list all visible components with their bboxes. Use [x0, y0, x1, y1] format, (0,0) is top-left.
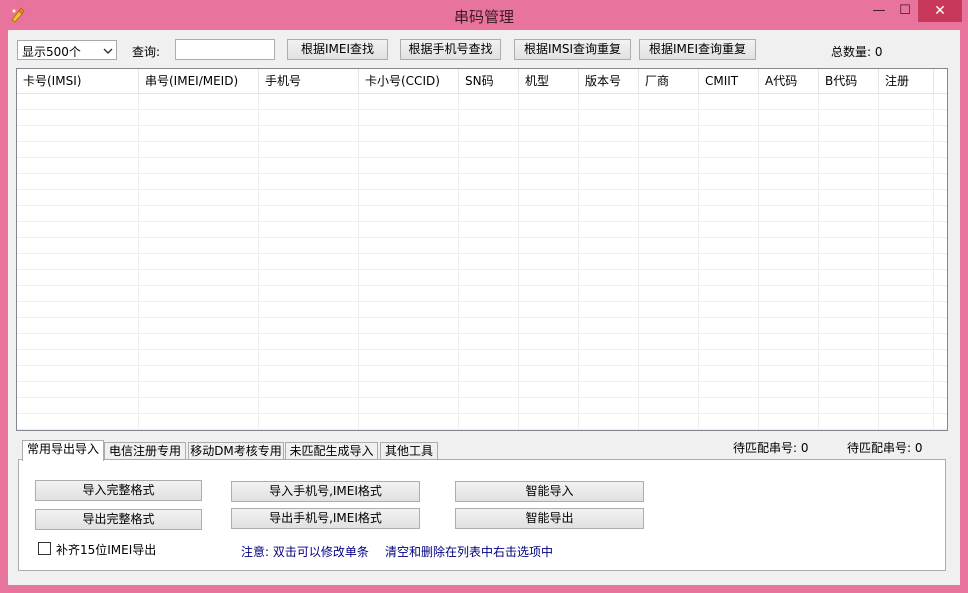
pending-match-count: 待匹配串号: 0	[733, 441, 809, 455]
column-divider	[878, 94, 879, 430]
column-divider	[258, 94, 259, 430]
client-area: 显示500个 查询: 根据IMEI查找 根据手机号查找 根据IMSI查询重复 根…	[8, 30, 960, 585]
column-divider	[518, 94, 519, 430]
export-phone-imei-button[interactable]: 导出手机号,IMEI格式	[231, 508, 420, 529]
column-divider	[818, 94, 819, 430]
column-header[interactable]: 卡小号(CCID)	[359, 69, 459, 93]
column-header[interactable]: A代码	[759, 69, 819, 93]
column-divider	[138, 94, 139, 430]
column-header[interactable]: CMIIT	[699, 69, 759, 93]
column-header[interactable]: 注册	[879, 69, 934, 93]
note-delete-hint: 清空和删除在列表中右击选项中	[385, 545, 554, 559]
tab-unmatched-import[interactable]: 未匹配生成导入	[285, 442, 378, 460]
pending-match-count-2: 待匹配串号: 0	[847, 441, 923, 455]
query-input[interactable]	[175, 39, 275, 60]
column-header[interactable]: B代码	[819, 69, 879, 93]
imsi-duplicate-button[interactable]: 根据IMSI查询重复	[514, 39, 631, 60]
serial-table[interactable]: 卡号(IMSI) 串号(IMEI/MEID) 手机号 卡小号(CCID) SN码…	[16, 68, 948, 431]
pad-imei-checkbox[interactable]	[38, 542, 51, 555]
column-header[interactable]: 串号(IMEI/MEID)	[139, 69, 259, 93]
find-by-imei-button[interactable]: 根据IMEI查找	[287, 39, 388, 60]
column-header[interactable]: 机型	[519, 69, 579, 93]
column-header[interactable]: SN码	[459, 69, 519, 93]
chevron-down-icon	[103, 48, 113, 54]
display-count-select[interactable]: 显示500个	[17, 40, 117, 60]
find-by-phone-button[interactable]: 根据手机号查找	[400, 39, 501, 60]
maximize-button[interactable]: ☐	[892, 0, 918, 22]
table-body[interactable]	[17, 94, 947, 430]
query-label: 查询:	[132, 45, 161, 59]
column-divider	[638, 94, 639, 430]
imei-duplicate-button[interactable]: 根据IMEI查询重复	[639, 39, 756, 60]
tab-mobile-dm[interactable]: 移动DM考核专用	[188, 442, 284, 460]
column-divider	[698, 94, 699, 430]
column-header[interactable]: 手机号	[259, 69, 359, 93]
column-divider	[458, 94, 459, 430]
column-divider	[933, 94, 934, 430]
note-edit-hint: 注意: 双击可以修改单条	[241, 545, 369, 559]
column-divider	[358, 94, 359, 430]
window-title: 串码管理	[453, 8, 514, 26]
table-header: 卡号(IMSI) 串号(IMEI/MEID) 手机号 卡小号(CCID) SN码…	[17, 69, 947, 94]
close-button[interactable]: ✕	[918, 0, 962, 22]
import-phone-imei-button[interactable]: 导入手机号,IMEI格式	[231, 481, 420, 502]
import-full-format-button[interactable]: 导入完整格式	[35, 480, 202, 501]
display-count-value: 显示500个	[22, 45, 81, 59]
column-header[interactable]: 版本号	[579, 69, 639, 93]
column-divider	[578, 94, 579, 430]
smart-import-button[interactable]: 智能导入	[455, 481, 644, 502]
total-count: 总数量: 0	[831, 45, 883, 59]
tab-telecom-register[interactable]: 电信注册专用	[104, 442, 186, 460]
tab-common-import-export[interactable]: 常用导出导入	[22, 440, 104, 461]
column-header[interactable]: 厂商	[639, 69, 699, 93]
tab-other-tools[interactable]: 其他工具	[380, 442, 438, 460]
title-bar[interactable]: 串码管理 — ☐ ✕	[0, 0, 968, 30]
pad-imei-label: 补齐15位IMEI导出	[56, 543, 157, 557]
export-full-format-button[interactable]: 导出完整格式	[35, 509, 202, 530]
minimize-button[interactable]: —	[866, 0, 892, 22]
smart-export-button[interactable]: 智能导出	[455, 508, 644, 529]
column-header[interactable]: 卡号(IMSI)	[17, 69, 139, 93]
column-divider	[758, 94, 759, 430]
app-window: 串码管理 — ☐ ✕ 显示500个 查询: 根据IMEI查找 根据手机号查找 根…	[0, 0, 968, 593]
